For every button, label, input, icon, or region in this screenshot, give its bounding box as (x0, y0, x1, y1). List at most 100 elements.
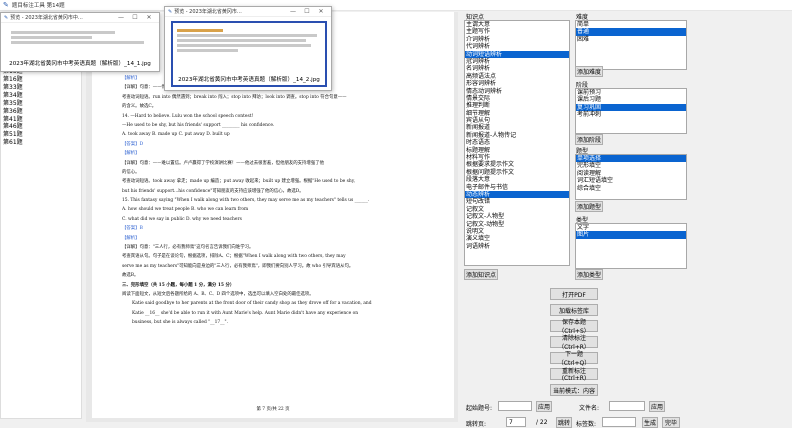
knowledge-option[interactable]: 新闻报道 (465, 124, 569, 131)
stage-option[interactable]: 课后习题 (576, 96, 686, 103)
next-button[interactable]: 下一题（Ctrl+Q） (550, 351, 598, 367)
app-window: ✎ 题目标注工具 第14题 第4题第8题第10题第11题第12题第13题第14题… (0, 0, 792, 428)
document-line: Katie __16__ she'd be able to run it wit… (132, 310, 359, 316)
start-q-input[interactable] (498, 401, 532, 411)
document-line: —He used to be shy, but his friends' sup… (122, 122, 275, 128)
document-line: 的信心。 (122, 169, 140, 175)
knowledge-option[interactable]: 演义填空 (465, 235, 569, 242)
add-category-button[interactable]: 添加类型 (575, 269, 603, 280)
add-knowledge-button[interactable]: 添加知识点 (464, 269, 498, 280)
category-option[interactable]: 图片 (576, 231, 686, 239)
knowledge-option[interactable]: 标题理解 (465, 147, 569, 154)
knowledge-listbox[interactable]: 主谓大意 主题写作 介词辨析 代词辨析 动词短语辨析 冠词辨析 名词辨析 高频语法点 形容词辨析… (464, 20, 570, 266)
knowledge-option[interactable]: 根据要求提示作文 (465, 161, 569, 168)
minimize-icon[interactable]: — (114, 14, 128, 21)
knowledge-option[interactable]: 电子邮件与书信 (465, 184, 569, 191)
document-line: 【详解】句意：——难以置信。卢卢赢得了学校演讲比赛！——他过去很害羞，但他朋友的… (122, 160, 324, 166)
jump-input[interactable]: 7 (506, 417, 526, 427)
mode-button[interactable]: 当前模式：内容 (550, 384, 598, 396)
document-line: 三、完形填空（共 15 小题，每小题 1 分，满分 15 分） (122, 282, 235, 288)
document-line: 考查动词短语。took away 拿走；made up 编造；put away … (122, 179, 355, 185)
category-option[interactable]: 文字 (576, 224, 686, 231)
apply-start-button[interactable]: 应用 (536, 401, 552, 412)
stage-listbox[interactable]: 课前预习 课后习题 复习巩固 考前冲刺 (575, 88, 687, 134)
type-option[interactable]: 综合填空 (576, 185, 686, 192)
maximize-icon[interactable]: ☐ (300, 8, 314, 15)
knowledge-option[interactable]: 记叙文-动物型 (465, 221, 569, 228)
document-line: serve me as my teachers"可知能向是身边的"三人行，必有我… (122, 263, 354, 269)
filename-input[interactable] (609, 401, 645, 411)
type-option[interactable]: 词汇短语填空 (576, 177, 686, 184)
knowledge-option[interactable]: 主题写作 (465, 28, 569, 35)
knowledge-option[interactable]: 代词辨析 (465, 43, 569, 50)
question-list[interactable]: 第4题第8题第10题第11题第12题第13题第14题第15题第16题第33题第3… (0, 12, 82, 419)
preview-1-title: 预览 - 2023年湖北省黄冈市中… (10, 15, 83, 21)
knowledge-option[interactable]: 段落大意 (465, 176, 569, 183)
knowledge-option[interactable]: 词语辨析 (465, 243, 569, 250)
mark-count-label: 标签数: (576, 421, 597, 428)
load-db-button[interactable]: 加载标签库 (550, 304, 598, 316)
document-line: 考查动词短语。run into 偶然遇到；break into 闯入；stop … (122, 94, 347, 100)
save-button[interactable]: 保存本题（Ctrl+S） (550, 319, 598, 335)
knowledge-option[interactable]: 名词辨析 (465, 65, 569, 72)
knowledge-option[interactable]: 记叙文-人物型 (465, 213, 569, 220)
open-pdf-button[interactable]: 打开PDF (550, 288, 598, 300)
question-item[interactable]: 第34题 (1, 92, 81, 100)
add-type-button[interactable]: 添加题型 (575, 201, 603, 212)
document-line: 15. This fantasy saying "When I walk alo… (122, 198, 370, 204)
question-item[interactable]: 第36题 (1, 108, 81, 116)
minimize-icon[interactable]: — (286, 8, 300, 15)
preview-window-2[interactable]: ✎ 预览 - 2023年湖北省黄冈市… — ☐ ✕ 2023年湖北省黄冈市中考英… (164, 6, 332, 91)
document-line: but his friends' support...his confidenc… (122, 188, 304, 194)
title-bar: ✎ 题目标注工具 第14题 (0, 0, 792, 11)
start-q-label: 起始题号: (466, 405, 493, 412)
preview-2-titlebar[interactable]: ✎ 预览 - 2023年湖北省黄冈市… — ☐ ✕ (165, 7, 331, 17)
question-item[interactable]: 第35题 (1, 100, 81, 108)
clear-button[interactable]: 清除标注（Ctrl+R） (550, 335, 598, 351)
finish-button[interactable]: 完毕 (662, 417, 680, 428)
document-line: business, but she is always called "__17… (132, 320, 228, 326)
difficulty-option[interactable]: 普通 (576, 28, 686, 36)
category-listbox[interactable]: 文字 图片 (575, 223, 687, 269)
preview-window-1[interactable]: ✎ 预览 - 2023年湖北省黄冈市中… — ☐ ✕ 2023年湖北省黄冈市中考… (0, 12, 160, 72)
difficulty-option[interactable]: 困难 (576, 36, 686, 43)
add-difficulty-button[interactable]: 添加难度 (575, 66, 603, 77)
question-item[interactable]: 第33题 (1, 84, 81, 92)
type-listbox[interactable]: 单项选择 完形填空 阅读理解 词汇短语填空 综合填空 (575, 154, 687, 200)
knowledge-option[interactable]: 形容词辨析 (465, 80, 569, 87)
knowledge-option[interactable]: 短句改错 (465, 198, 569, 205)
stage-option[interactable]: 考前冲刺 (576, 111, 686, 118)
apply-filename-button[interactable]: 应用 (649, 401, 665, 412)
filename-label: 文件名: (579, 405, 600, 412)
generate-button[interactable]: 生成 (642, 417, 658, 428)
document-line: A. took away B. made up C. put away D. b… (122, 132, 230, 138)
type-option[interactable]: 完形填空 (576, 162, 686, 169)
knowledge-option[interactable]: 动词短语辨析 (465, 50, 569, 58)
preview-1-titlebar[interactable]: ✎ 预览 - 2023年湖北省黄冈市中… — ☐ ✕ (1, 13, 159, 23)
add-stage-button[interactable]: 添加阶段 (575, 134, 603, 145)
document-line: 阅读下面短文，从短文后各题所给的 A、B、C、D 四个选项中，选出可以填入空白处… (122, 291, 314, 297)
document-line: 【详解】句意："三人行，必有我师焉"这句名言告诉我们向谁学习。 (122, 245, 254, 251)
close-icon[interactable]: ✕ (142, 14, 156, 21)
preview-1-caption: 2023年湖北省黄冈市中考英语真题（解析版）_14_1.jpg (9, 61, 151, 67)
preview-2-title: 预览 - 2023年湖北省黄冈市… (174, 9, 242, 15)
difficulty-listbox[interactable]: 简单 普通 困难 (575, 20, 687, 70)
document-line: 14. —Hard to believe. Lulu won the schoo… (122, 113, 254, 119)
document-text: 【解析】【详解】句意：——你熟悉这些问题的……我们在……之前它们……要求在……这… (122, 74, 442, 328)
question-item[interactable]: 第61题 (1, 139, 81, 147)
difficulty-option[interactable]: 简单 (576, 21, 686, 28)
knowledge-option[interactable]: 细节理解 (465, 110, 569, 117)
knowledge-option[interactable]: 情态动词辨析 (465, 88, 569, 95)
app-title: 题目标注工具 第14题 (11, 3, 65, 9)
relabel-button[interactable]: 重新标注(Ctrl+R) (550, 368, 598, 382)
document-line: 【答案】D (122, 141, 144, 147)
question-item[interactable]: 第16题 (1, 76, 81, 84)
knowledge-option[interactable]: 时态语态 (465, 139, 569, 146)
mark-count-input[interactable] (602, 417, 636, 427)
document-line: 考查宾语从句。句子是在谈论句，根据选项，排除A、C；根据"When I walk… (122, 254, 346, 260)
knowledge-option[interactable]: 推理判断 (465, 102, 569, 109)
close-icon[interactable]: ✕ (314, 8, 328, 15)
document-line: 【解析】 (122, 235, 140, 241)
maximize-icon[interactable]: ☐ (128, 14, 142, 21)
jump-button[interactable]: 跳转 (556, 417, 572, 428)
